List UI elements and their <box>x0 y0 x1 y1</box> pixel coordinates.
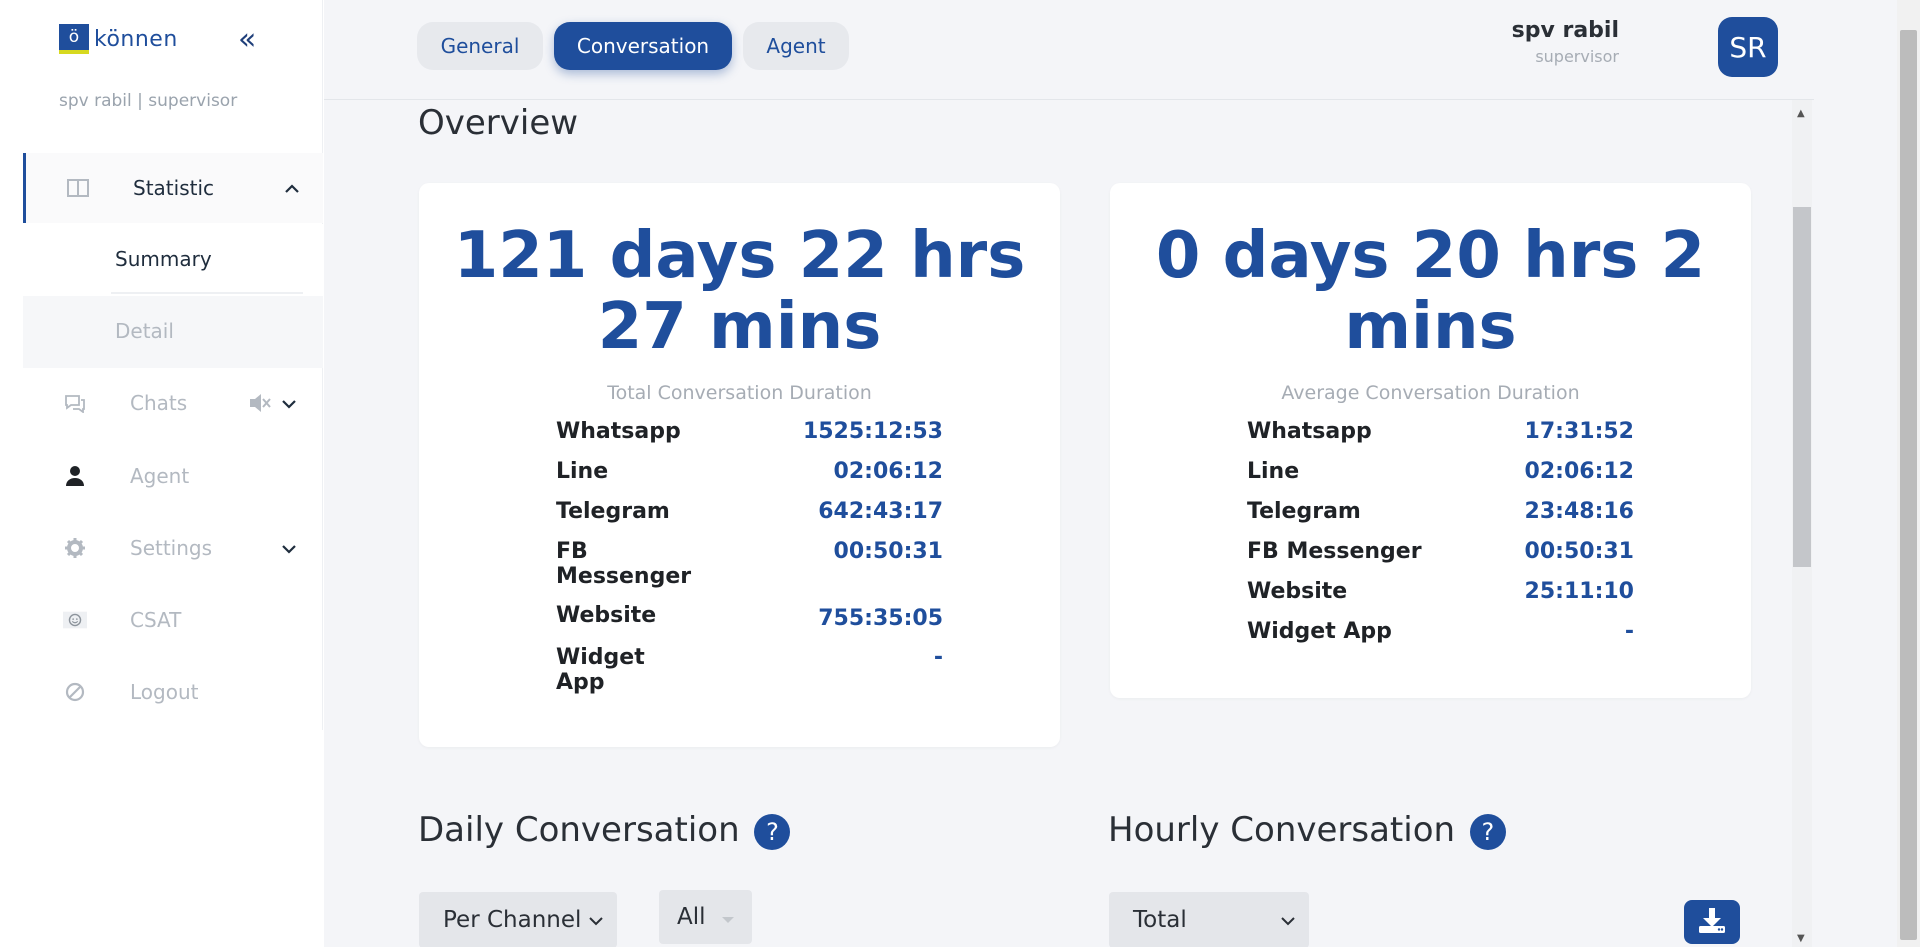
help-icon[interactable]: ? <box>1469 813 1506 850</box>
channel-value: 1525:12:53 <box>802 419 943 444</box>
header-user-role: supervisor <box>1535 47 1619 66</box>
sidebar-subitem-detail[interactable]: Detail <box>23 296 323 368</box>
sidebar-item-label: Statistic <box>133 176 215 200</box>
sidebar-item-label: Settings <box>130 536 213 560</box>
select-value: Per Channel <box>443 907 582 933</box>
channel-name: Website <box>556 603 657 628</box>
channel-value: 755:35:05 <box>818 606 943 631</box>
sidebar-item-label: CSAT <box>130 608 182 632</box>
chevron-down-icon[interactable] <box>281 539 297 558</box>
select-value: Total <box>1133 907 1187 933</box>
total-duration-caption: Total Conversation Duration <box>607 382 872 404</box>
gear-icon <box>63 536 87 560</box>
collapse-sidebar-icon[interactable]: « <box>238 22 256 58</box>
chevron-up-icon <box>284 179 300 198</box>
ban-icon <box>63 680 87 704</box>
hourly-conversation-heading: Hourly Conversation ? <box>1108 810 1506 850</box>
download-button[interactable] <box>1684 900 1740 944</box>
channel-name: FB Messenger <box>556 539 692 589</box>
sidebar-item-label: Chats <box>130 391 188 415</box>
top-header: General Conversation Agent spv rabil sup… <box>324 0 1814 100</box>
channel-name: Widget App <box>1247 619 1392 644</box>
sidebar-item-label: Logout <box>130 680 199 704</box>
channel-name: Widget App <box>556 645 645 695</box>
logo-text: können <box>94 26 178 52</box>
scroll-up-icon[interactable]: ▲ <box>1797 108 1805 119</box>
daily-conversation-heading: Daily Conversation ? <box>418 810 791 850</box>
tab-general[interactable]: General <box>417 22 543 70</box>
channel-name: Line <box>556 459 609 484</box>
average-duration-line2: mins <box>1344 290 1517 364</box>
chevron-down-icon <box>1281 911 1295 930</box>
page-scrollbar[interactable] <box>1897 0 1920 947</box>
header-user-info: spv rabil supervisor <box>1512 18 1619 66</box>
channel-value: 02:06:12 <box>1524 459 1634 484</box>
sidebar-item-settings[interactable]: Settings <box>23 513 323 583</box>
channel-name: Whatsapp <box>1247 419 1372 444</box>
help-icon[interactable]: ? <box>754 813 791 850</box>
overview-title: Overview <box>418 103 579 143</box>
user-icon <box>63 464 87 488</box>
average-duration-caption: Average Conversation Duration <box>1281 382 1580 404</box>
channel-value: 642:43:17 <box>818 499 943 524</box>
sidebar-subitem-label: Detail <box>115 319 174 343</box>
channel-name: FB Messenger <box>1247 539 1422 564</box>
channel-value: 25:11:10 <box>1524 579 1634 604</box>
sidebar: ö können « spv rabil | supervisor Statis… <box>23 0 323 730</box>
content-scrollbar-thumb[interactable] <box>1793 207 1811 567</box>
channel-value: 02:06:12 <box>833 459 943 484</box>
mute-icon[interactable] <box>248 392 272 418</box>
sidebar-item-logout[interactable]: Logout <box>23 657 323 727</box>
hourly-mode-select[interactable]: Total <box>1109 892 1309 947</box>
average-duration-card: 0 days 20 hrs 2 mins Average Conversatio… <box>1110 183 1751 698</box>
page-scrollbar-thumb[interactable] <box>1900 30 1917 940</box>
total-duration-line1: 121 days 22 hrs <box>453 219 1026 293</box>
sidebar-user-line: spv rabil | supervisor <box>59 91 238 111</box>
chat-icon <box>63 391 87 415</box>
daily-filter-select[interactable]: All <box>659 890 752 944</box>
sidebar-item-label: Agent <box>130 464 190 488</box>
sidebar-subitem-summary[interactable]: Summary <box>23 224 323 296</box>
chevron-down-icon[interactable] <box>281 394 297 413</box>
download-icon <box>1697 906 1727 938</box>
avatar[interactable]: SR <box>1718 17 1778 77</box>
channel-value: 00:50:31 <box>833 539 943 564</box>
header-user-name: spv rabil <box>1511 18 1619 43</box>
select-value: All <box>677 904 706 930</box>
smiley-icon <box>63 608 87 632</box>
total-duration-line2: 27 mins <box>597 290 882 364</box>
chevron-down-icon <box>589 911 603 930</box>
channel-name: Website <box>1247 579 1348 604</box>
hourly-conversation-title: Hourly Conversation <box>1108 810 1456 850</box>
channel-name: Whatsapp <box>556 419 681 444</box>
channel-name: Telegram <box>1247 499 1361 524</box>
daily-channel-select[interactable]: Per Channel <box>419 892 617 947</box>
tab-agent[interactable]: Agent <box>743 22 849 70</box>
sidebar-item-agent[interactable]: Agent <box>23 441 323 511</box>
columns-icon <box>66 176 90 200</box>
channel-name: Telegram <box>556 499 670 524</box>
average-duration-line1: 0 days 20 hrs 2 <box>1155 219 1706 293</box>
scroll-down-icon[interactable]: ▼ <box>1797 933 1805 944</box>
sidebar-subitem-label: Summary <box>115 247 212 271</box>
tab-conversation[interactable]: Conversation <box>554 22 732 70</box>
channel-value: 00:50:31 <box>1524 539 1634 564</box>
channel-name: Line <box>1247 459 1300 484</box>
channel-value: 17:31:52 <box>1524 419 1634 444</box>
sidebar-item-statistic[interactable]: Statistic <box>23 153 323 223</box>
divider <box>111 292 303 294</box>
channel-value: - <box>933 645 943 670</box>
brand-logo[interactable]: ö können <box>59 24 178 54</box>
channel-value: - <box>1624 619 1634 644</box>
caret-down-icon <box>722 908 734 927</box>
total-duration-card: 121 days 22 hrs 27 mins Total Conversati… <box>419 183 1060 747</box>
channel-value: 23:48:16 <box>1524 499 1634 524</box>
logo-mark: ö <box>59 24 89 54</box>
daily-conversation-title: Daily Conversation <box>418 810 740 850</box>
sidebar-item-csat[interactable]: CSAT <box>23 585 323 655</box>
sidebar-item-chats[interactable]: Chats <box>23 368 323 438</box>
